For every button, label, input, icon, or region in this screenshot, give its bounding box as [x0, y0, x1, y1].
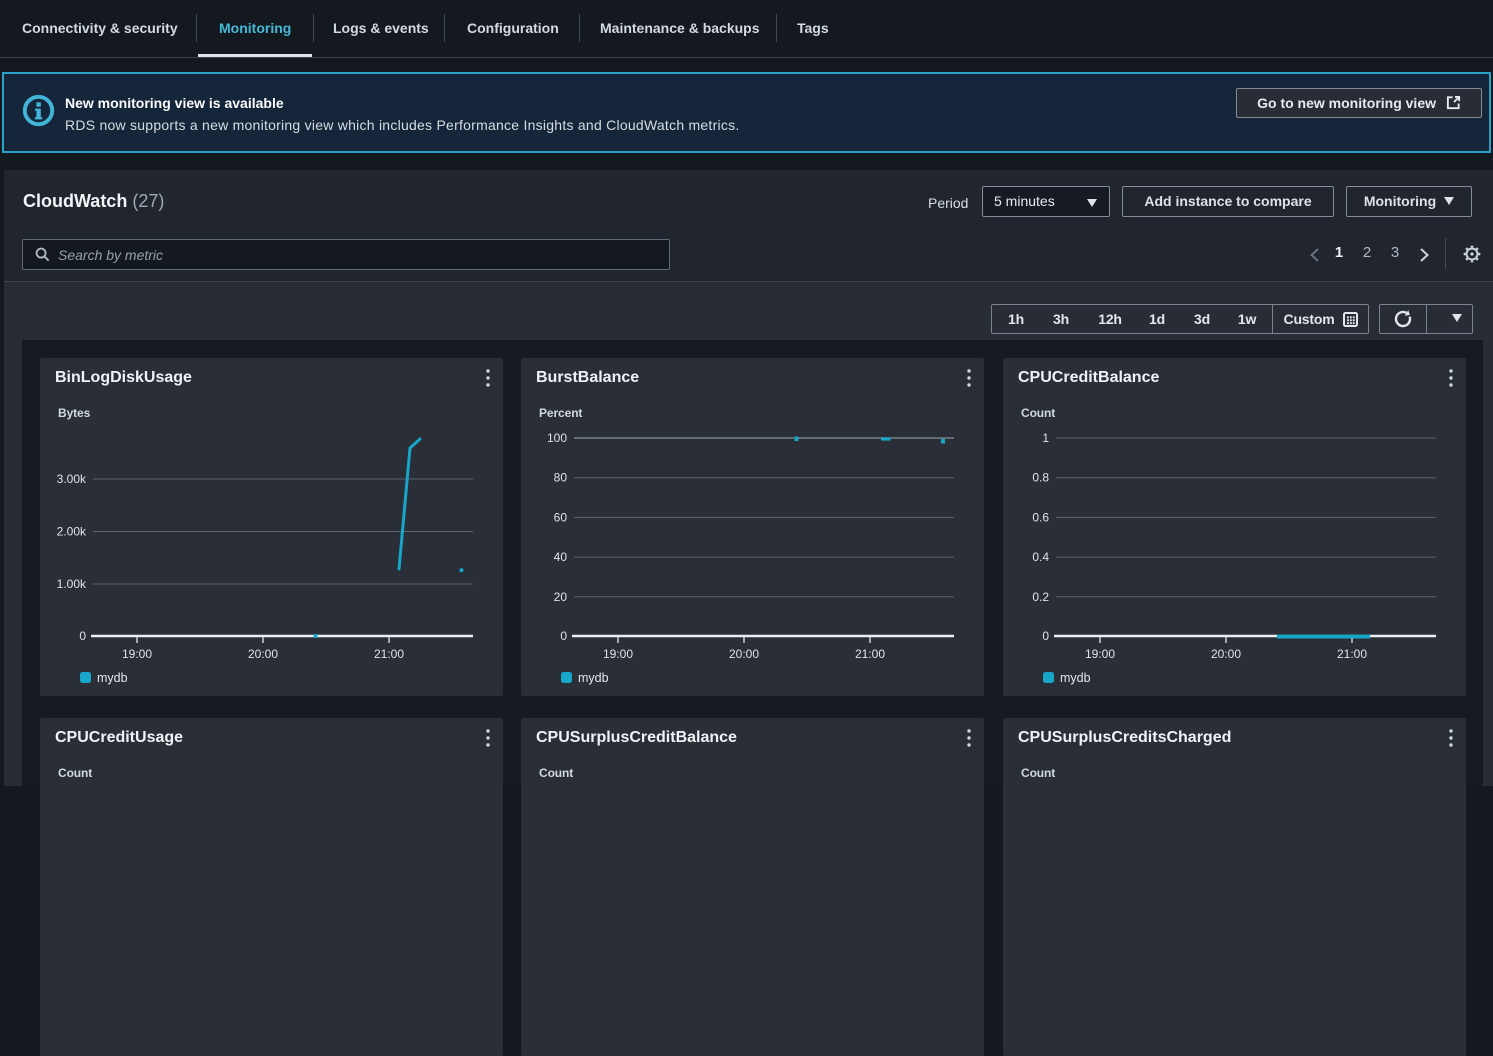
svg-text:mydb: mydb: [97, 671, 128, 685]
svg-text:100: 100: [547, 431, 567, 445]
svg-text:1.00k: 1.00k: [57, 577, 87, 591]
svg-text:20:00: 20:00: [729, 647, 759, 661]
svg-text:mydb: mydb: [578, 671, 609, 685]
svg-text:1: 1: [1042, 431, 1049, 445]
svg-text:mydb: mydb: [1060, 671, 1091, 685]
svg-text:19:00: 19:00: [603, 647, 633, 661]
svg-text:0: 0: [79, 629, 86, 643]
svg-text:0.4: 0.4: [1032, 550, 1049, 564]
svg-text:20:00: 20:00: [1211, 647, 1241, 661]
svg-text:0: 0: [1042, 629, 1049, 643]
svg-text:21:00: 21:00: [855, 647, 885, 661]
svg-text:60: 60: [554, 510, 568, 524]
svg-text:0: 0: [560, 629, 567, 643]
svg-text:19:00: 19:00: [122, 647, 152, 661]
svg-text:21:00: 21:00: [374, 647, 404, 661]
svg-text:2.00k: 2.00k: [57, 525, 87, 539]
svg-text:3.00k: 3.00k: [57, 472, 87, 486]
svg-text:0.8: 0.8: [1032, 471, 1049, 485]
svg-text:20: 20: [554, 590, 568, 604]
svg-text:20:00: 20:00: [248, 647, 278, 661]
svg-text:0.2: 0.2: [1032, 590, 1049, 604]
svg-text:0.6: 0.6: [1032, 510, 1049, 524]
svg-text:19:00: 19:00: [1085, 647, 1115, 661]
svg-text:21:00: 21:00: [1337, 647, 1367, 661]
svg-text:40: 40: [554, 550, 568, 564]
svg-text:80: 80: [554, 471, 568, 485]
